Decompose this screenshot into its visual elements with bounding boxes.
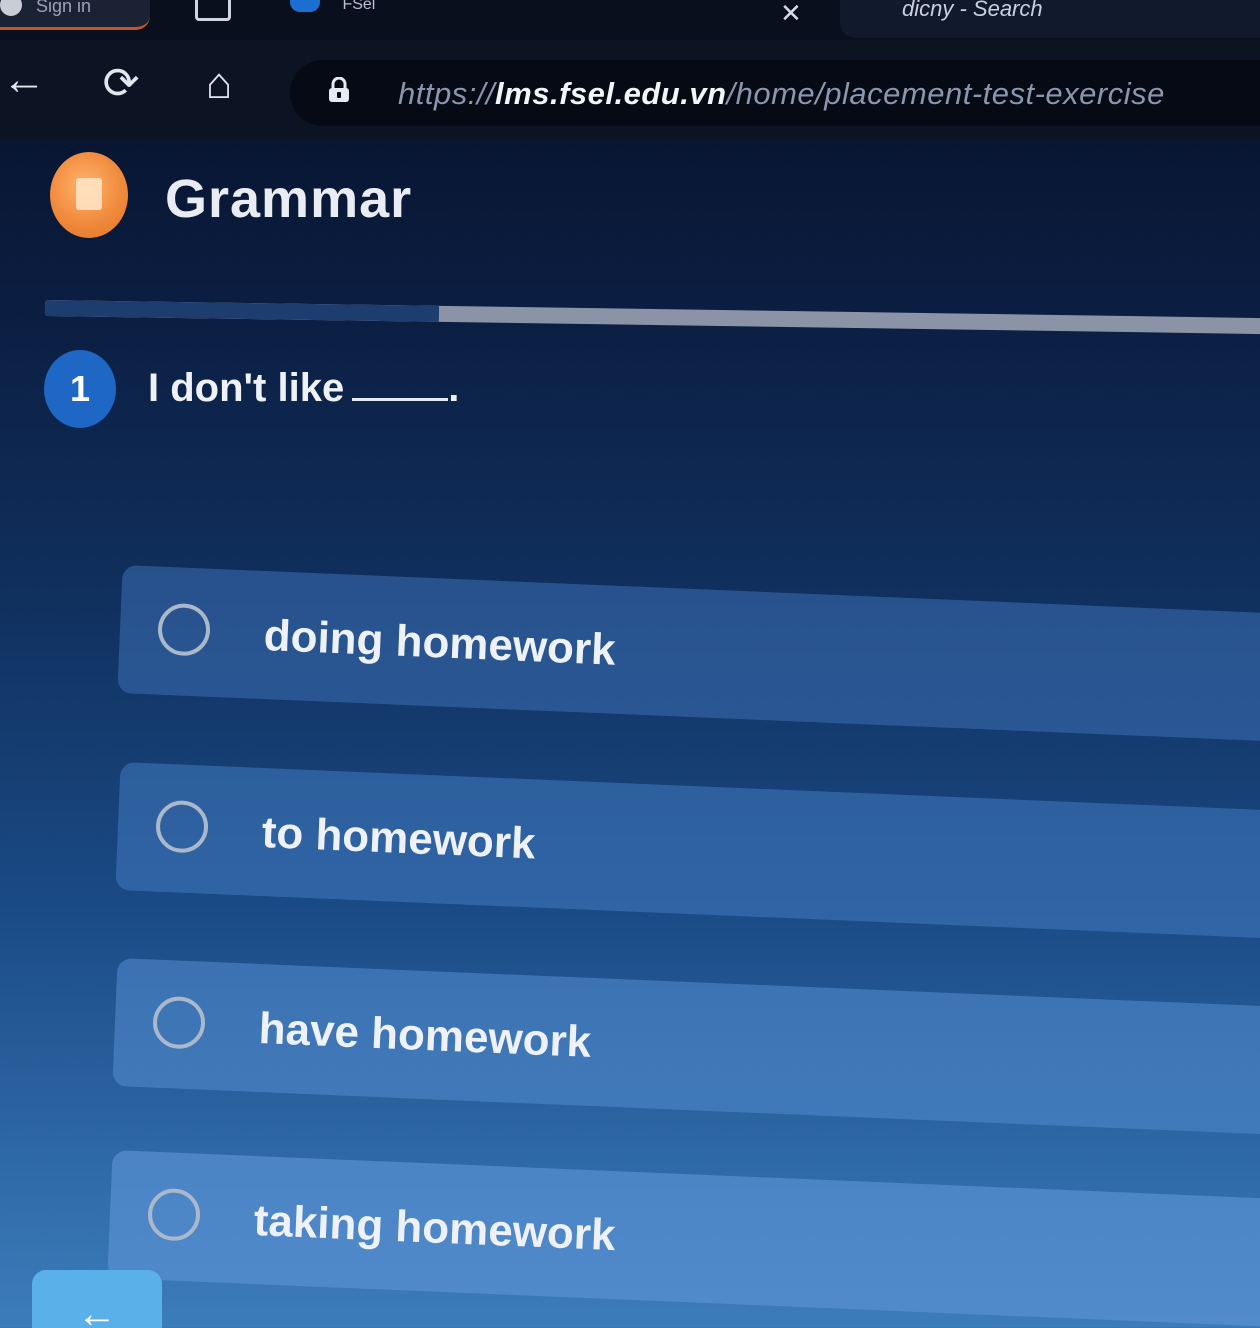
lock-icon — [329, 77, 349, 102]
answer-option-4[interactable]: taking homework — [107, 1150, 1260, 1328]
url-prefix: https:// — [398, 76, 496, 111]
answer-option-3[interactable]: have homework — [112, 958, 1260, 1136]
answer-option-2[interactable]: to homework — [115, 762, 1260, 940]
answer-option-label: taking homework — [252, 1196, 617, 1261]
tab-page-icon[interactable] — [195, 0, 231, 21]
arrow-left-icon: ← — [77, 1292, 117, 1328]
progress-bar-fill — [44, 300, 439, 322]
section-title: Grammar — [165, 169, 413, 229]
book-icon — [50, 152, 128, 238]
reload-icon[interactable]: ⟳ — [98, 62, 144, 106]
address-bar[interactable]: https://lms.fsel.edu.vn/home/placement-t… — [290, 60, 1260, 126]
radio-button[interactable] — [156, 602, 212, 657]
tab-sign-in-label: Sign in — [36, 0, 92, 16]
browser-tab-bar: Sign in FSel ✕ dicny - Search — [0, 0, 1260, 40]
tab-search[interactable]: dicny - Search — [840, 0, 1260, 38]
previous-button[interactable]: ← — [32, 1270, 162, 1328]
question-prompt: I don't like — [148, 366, 345, 410]
answer-option-label: to homework — [260, 808, 537, 869]
answer-option-label: have homework — [257, 1004, 593, 1067]
radio-button[interactable] — [151, 995, 207, 1050]
url-path: /home/placement-test-exercise — [726, 76, 1165, 111]
question-trailing: . — [448, 366, 460, 410]
tab-fsel-label: FSel — [342, 0, 376, 13]
url-host: lms.fsel.edu.vn — [495, 76, 727, 111]
home-icon[interactable]: ⌂ — [196, 62, 242, 106]
question-number-badge: 1 — [44, 350, 116, 428]
answer-option-label: doing homework — [262, 611, 617, 675]
tab-close-icon[interactable]: ✕ — [780, 0, 802, 29]
progress-bar — [44, 300, 1260, 335]
tab-fsel[interactable]: FSel — [290, 0, 375, 14]
back-arrow-icon[interactable]: ← — [0, 58, 48, 102]
tab-search-label: dicny - Search — [902, 0, 1043, 21]
answer-option-1[interactable]: doing homework — [117, 565, 1260, 743]
answer-blank — [352, 398, 449, 401]
radio-button[interactable] — [154, 799, 210, 854]
fsel-logo-icon — [290, 0, 320, 12]
radio-button[interactable] — [146, 1187, 202, 1242]
url-text: https://lms.fsel.edu.vn/home/placement-t… — [398, 76, 1165, 112]
question-text: I don't like. — [148, 366, 459, 411]
tab-sign-in[interactable]: Sign in — [0, 0, 150, 30]
profile-avatar-icon — [0, 0, 22, 16]
